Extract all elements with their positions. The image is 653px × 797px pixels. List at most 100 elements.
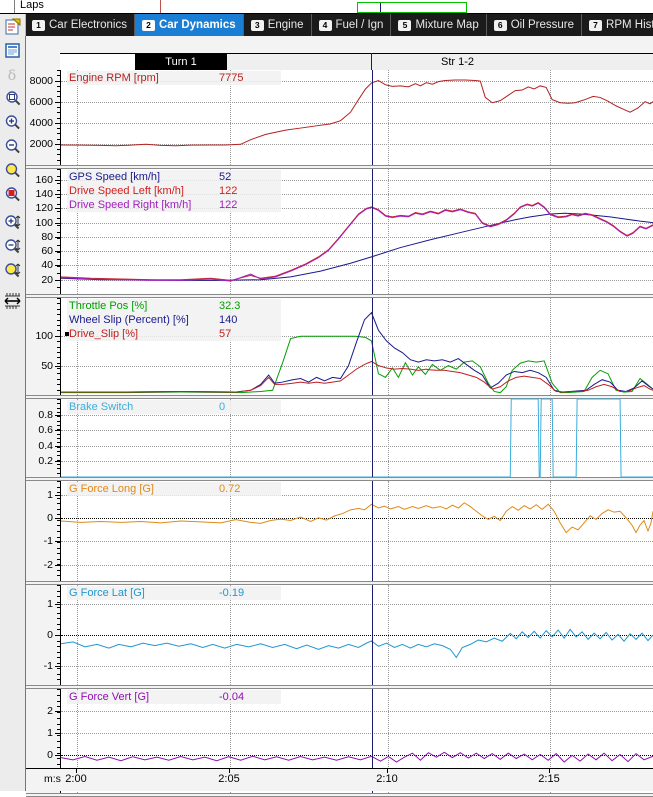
track-segment-turn-1[interactable]: Turn 1	[135, 54, 227, 71]
view-tab-bar[interactable]: 1 Car Electronics 2 Car Dynamics 3 Engine 4 Fue…	[25, 14, 653, 36]
zoom-full-icon[interactable]	[4, 162, 21, 179]
y-tick-label: 2	[47, 705, 53, 718]
fit-width-icon[interactable]	[4, 292, 21, 309]
delta-icon[interactable]: δ	[4, 66, 21, 83]
legend-speeds: GPS Speed [km/h] 52 Drive Speed Left [km/h…	[67, 170, 281, 212]
time-cursor[interactable]	[372, 585, 373, 685]
trace-group-g-force-lat	[61, 585, 653, 685]
legend-g-force-vert: G Force Vert [G] -0.04	[67, 690, 281, 704]
legend-row[interactable]: Brake Switch 0	[69, 400, 279, 414]
legend-row[interactable]: Engine RPM [rpm] 7775	[69, 71, 279, 85]
legend-channel-name: GPS Speed [km/h]	[69, 171, 161, 183]
trace-engine-rpm-	[61, 80, 653, 146]
report-window-icon[interactable]	[4, 42, 21, 59]
plot-brake-switch[interactable]: Brake Switch 0	[60, 399, 653, 477]
legend-row[interactable]: G Force Long [G] 0.72	[69, 482, 279, 496]
series-marker-icon	[65, 332, 69, 336]
y-tick-label: -1	[43, 535, 53, 548]
legend-channel-value: 0	[219, 401, 226, 413]
legend-channel-value: -0.04	[219, 691, 245, 703]
track-segment-blank[interactable]	[60, 54, 135, 71]
panel-brake-switch[interactable]: 0.2 0.4 0.6 0.8 Brake Switch 0	[26, 399, 653, 478]
tab-oil-pressure[interactable]: 6 Oil Pressure	[486, 14, 583, 36]
track-segment-blank[interactable]	[227, 54, 262, 71]
y-tick-label: 0.8	[38, 408, 53, 421]
y-tick-label: 0	[47, 749, 53, 762]
left-toolbar[interactable]: δ	[0, 14, 26, 791]
y-tick-label: 100	[35, 216, 53, 229]
panel-speeds[interactable]: 20 40 60 80 100 120 140 160 GPS Speed [km/h] 52 Dr…	[26, 169, 653, 295]
panel-throttle-slip[interactable]: 50 100 Throttle Pos [%] 32.3 Wheel Slip (Per…	[26, 298, 653, 396]
legend-row[interactable]: G Force Vert [G] -0.04	[69, 690, 279, 704]
legend-row[interactable]: GPS Speed [km/h] 52	[69, 170, 279, 184]
y-axis-brake-switch: 0.2 0.4 0.6 0.8	[26, 399, 60, 478]
plot-engine-rpm[interactable]: Engine RPM [rpm] 7775	[60, 70, 653, 165]
legend-channel-name: Throttle Pos [%]	[69, 300, 148, 312]
legend-row[interactable]: Throttle Pos [%] 32.3	[69, 299, 279, 313]
tab-number: 1	[32, 19, 45, 31]
zoom-out-vertical-icon[interactable]	[4, 238, 21, 255]
panel-g-force-long[interactable]: 1 0 -1 -2 G Force Long [G] 0.72	[26, 481, 653, 582]
legend-channel-value: -0.19	[219, 587, 245, 599]
y-tick-label: 1	[47, 727, 53, 740]
time-cursor[interactable]	[372, 169, 373, 294]
panel-separator[interactable]	[26, 793, 653, 797]
tab-car-electronics[interactable]: 1 Car Electronics	[25, 14, 135, 36]
zoom-in-vertical-icon[interactable]	[4, 214, 21, 231]
tab-number: 6	[493, 19, 507, 31]
legend-channel-value: 122	[219, 199, 238, 211]
legend-channel-value: 52	[219, 171, 232, 183]
tab-label: Oil Pressure	[510, 19, 575, 31]
y-tick-label: 8000	[29, 74, 53, 87]
zoom-in-icon[interactable]	[4, 114, 21, 131]
legend-channel-name: G Force Vert [G]	[69, 691, 150, 703]
tab-number: 4	[318, 19, 332, 31]
time-cursor[interactable]	[372, 70, 373, 165]
legend-row[interactable]: Drive Speed Right [km/h] 122	[69, 198, 279, 212]
cursor-zoom-icon[interactable]	[4, 90, 21, 107]
y-tick-label: 60	[41, 245, 53, 258]
new-document-icon[interactable]	[4, 18, 21, 35]
time-tick	[76, 769, 77, 773]
track-segment-str-1-2[interactable]: Str 1-2	[262, 54, 653, 71]
time-tick-label: 2:00	[65, 773, 87, 785]
tab-fuel-ign[interactable]: 4 Fuel / Ign	[311, 14, 392, 36]
legend-channel-value: 140	[219, 314, 238, 326]
legend-channel-name: Engine RPM [rpm]	[69, 72, 159, 84]
legend-row[interactable]: Wheel Slip (Percent) [%] 140	[69, 313, 279, 327]
plot-g-force-long[interactable]: G Force Long [G] 0.72	[60, 481, 653, 581]
legend-channel-value: 122	[219, 185, 238, 197]
tab-number: 2	[141, 19, 155, 31]
tab-car-dynamics[interactable]: 2 Car Dynamics	[134, 14, 244, 36]
time-cursor[interactable]	[372, 399, 373, 477]
time-tick-label: 2:10	[376, 773, 398, 785]
legend-row[interactable]: Drive Speed Left [km/h] 122	[69, 184, 279, 198]
tab-rpm-histo[interactable]: 7RPM Histo	[582, 14, 653, 36]
panel-g-force-lat[interactable]: 1 0 -1 G Force Lat [G] -0.19	[26, 585, 653, 686]
panel-engine-rpm[interactable]: 2000 4000 6000 8000 Engine RPM [rpm] 7775	[26, 70, 653, 166]
y-tick-label: 0.4	[38, 439, 53, 452]
plot-region: Turn 1 Str 1-2 2000 4000 6000 8000 Engine RPM…	[26, 36, 653, 797]
tab-label: Engine	[267, 19, 304, 31]
plot-speeds[interactable]: GPS Speed [km/h] 52 Drive Speed Left [km/h…	[60, 169, 653, 294]
plot-g-force-lat[interactable]: G Force Lat [G] -0.19	[60, 585, 653, 685]
legend-channel-name: Drive Speed Right [km/h]	[69, 199, 192, 211]
time-cursor[interactable]	[372, 481, 373, 581]
legend-channel-name: Brake Switch	[69, 401, 134, 413]
y-axis-speeds: 20 40 60 80 100 120 140 160	[26, 169, 60, 295]
plot-throttle-slip[interactable]: Throttle Pos [%] 32.3 Wheel Slip (Percent)…	[60, 298, 653, 395]
trace-gps-speed	[61, 213, 653, 280]
time-cursor[interactable]	[372, 298, 373, 395]
zoom-full-vertical-icon[interactable]	[4, 262, 21, 279]
tab-label: Car Electronics	[49, 19, 127, 31]
tab-mixture-map[interactable]: 5 Mixture Map	[391, 14, 487, 36]
zoom-area-icon[interactable]	[4, 186, 21, 203]
laps-label: Laps	[20, 0, 44, 11]
zoom-out-icon[interactable]	[4, 138, 21, 155]
tab-number: 5	[398, 19, 412, 31]
tab-engine[interactable]: 3 Engine	[243, 14, 312, 36]
lap-selection-box[interactable]	[357, 2, 467, 13]
legend-row[interactable]: G Force Lat [G] -0.19	[69, 586, 279, 600]
legend-row[interactable]: Drive_Slip [%] 57	[65, 327, 279, 341]
trace-drive-speed-left	[61, 203, 653, 281]
